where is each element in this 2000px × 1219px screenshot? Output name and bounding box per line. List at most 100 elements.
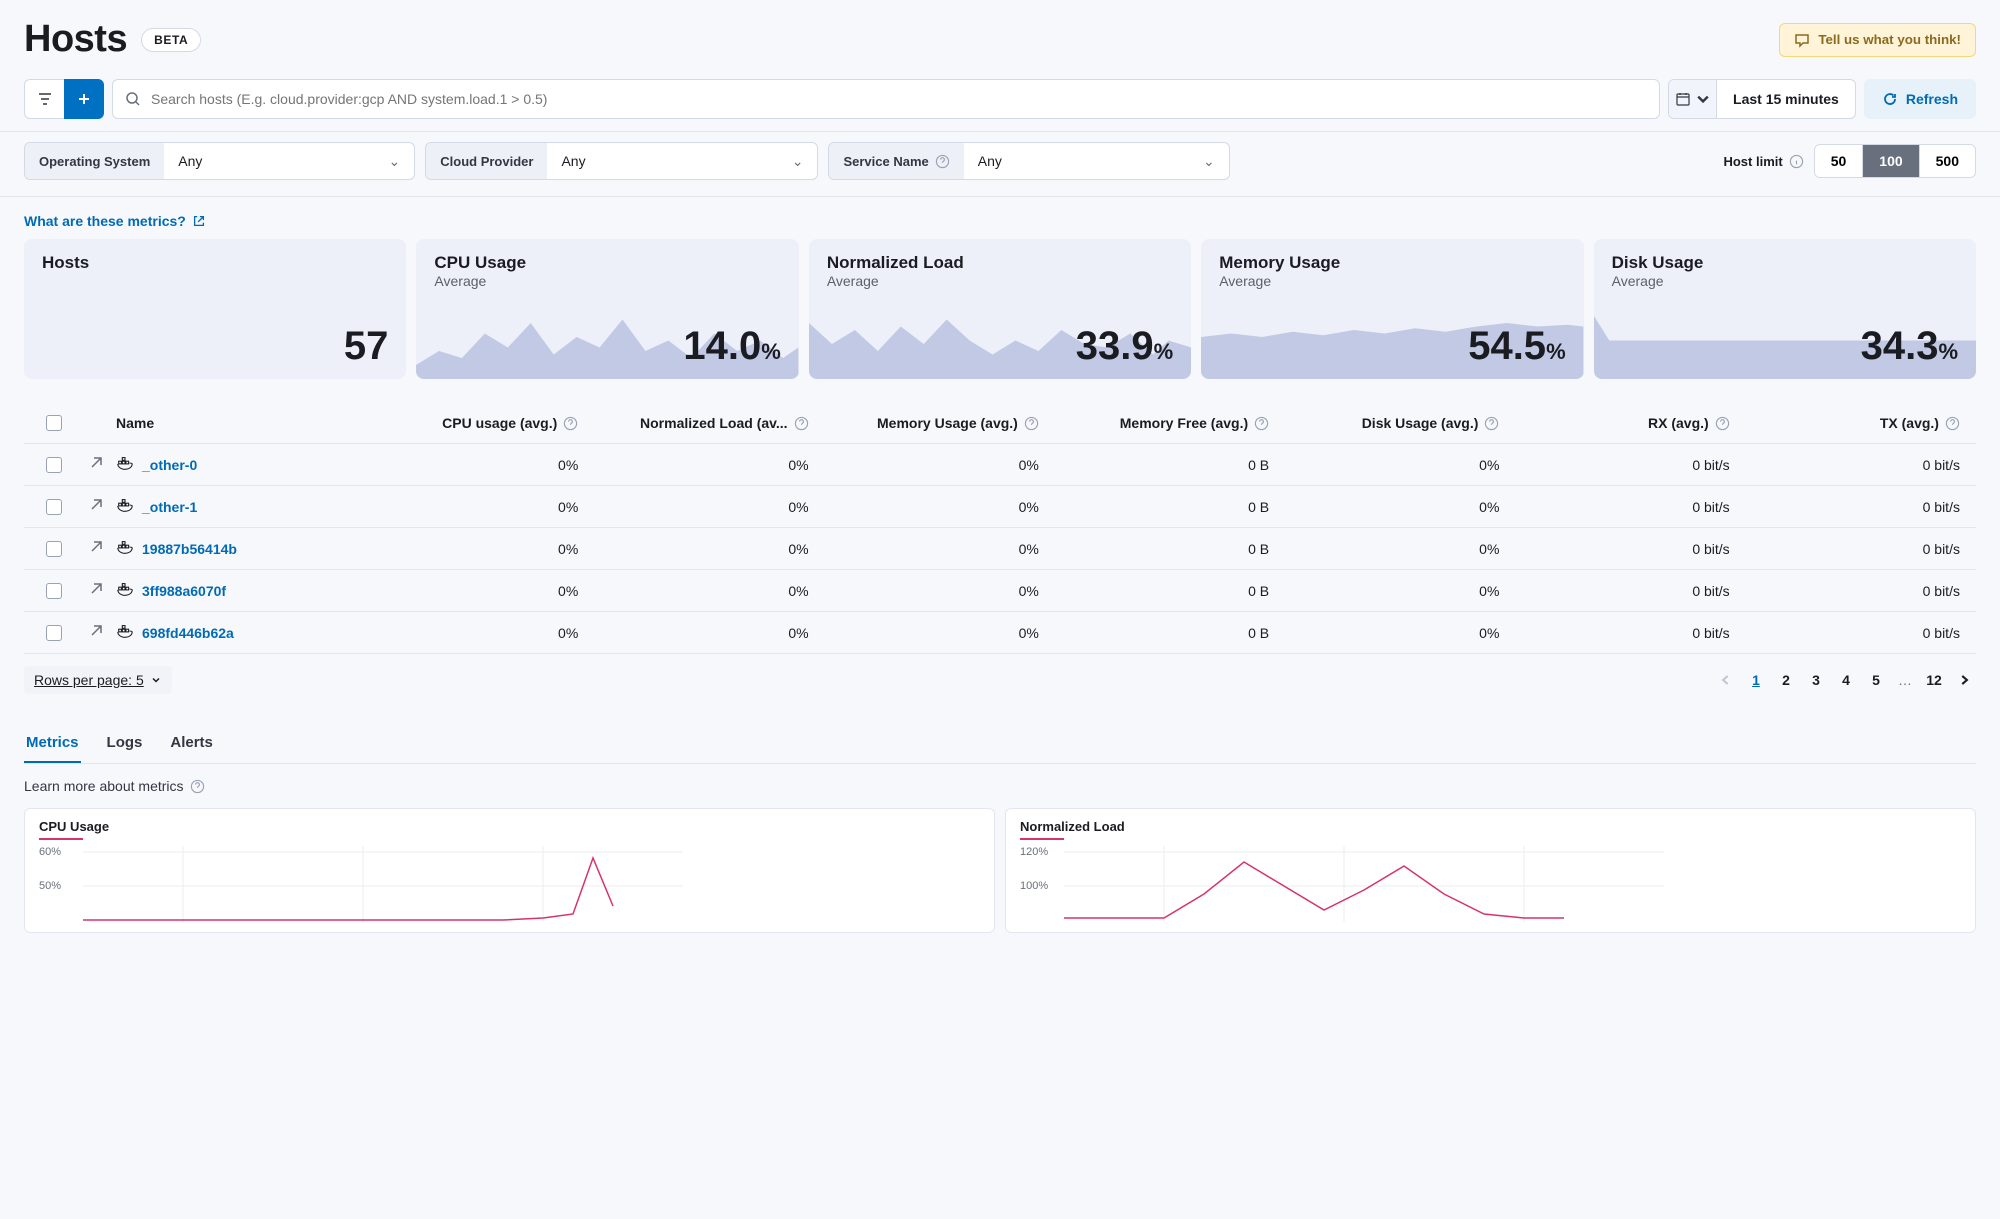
expand-row-icon[interactable] — [88, 581, 104, 600]
filter-toggle-button[interactable] — [24, 79, 64, 119]
plus-icon — [76, 91, 92, 107]
help-icon — [1484, 416, 1499, 431]
cell-disk: 0% — [1277, 625, 1507, 641]
date-picker-button[interactable] — [1669, 80, 1717, 118]
table-row: 698fd446b62a 0% 0% 0% 0 B 0% 0 bit/s 0 b… — [24, 612, 1976, 654]
chart-accent — [39, 838, 83, 840]
column-load[interactable]: Normalized Load (av... — [586, 415, 816, 431]
refresh-button[interactable]: Refresh — [1864, 79, 1976, 119]
y-axis-label: 50% — [39, 880, 61, 892]
container-icon — [116, 496, 134, 517]
cell-memfree: 0 B — [1047, 583, 1277, 599]
cell-disk: 0% — [1277, 457, 1507, 473]
tab-metrics[interactable]: Metrics — [24, 724, 81, 763]
chevron-down-icon — [150, 674, 162, 686]
kpi-title: CPU Usage — [434, 253, 780, 273]
chevron-down-icon — [1695, 91, 1711, 107]
column-cpu[interactable]: CPU usage (avg.) — [356, 415, 586, 431]
refresh-label: Refresh — [1906, 91, 1958, 107]
chart-title: CPU Usage — [39, 819, 980, 834]
kpi-title: Hosts — [42, 253, 388, 273]
limit-500-button[interactable]: 500 — [1920, 145, 1975, 177]
help-icon — [1024, 416, 1039, 431]
help-icon — [563, 416, 578, 431]
cloud-filter-value: Any — [561, 153, 585, 169]
kpi-title: Normalized Load — [827, 253, 1173, 273]
service-filter[interactable]: Service Name Any ⌄ — [828, 142, 1229, 180]
expand-row-icon[interactable] — [88, 623, 104, 642]
search-input[interactable] — [151, 91, 1647, 107]
host-limit-label: Host limit — [1723, 154, 1803, 169]
host-name-link[interactable]: 698fd446b62a — [142, 625, 234, 641]
page-last-button[interactable]: 12 — [1922, 666, 1946, 694]
expand-row-icon[interactable] — [88, 455, 104, 474]
kpi-value: 57 — [344, 324, 389, 368]
learn-more-link[interactable]: Learn more about metrics — [24, 764, 1976, 808]
page-ellipsis: … — [1894, 672, 1916, 688]
page-next-button[interactable] — [1952, 666, 1976, 694]
row-checkbox[interactable] — [46, 583, 62, 599]
y-axis-label: 100% — [1020, 880, 1048, 892]
page-4-button[interactable]: 4 — [1834, 666, 1858, 694]
limit-50-button[interactable]: 50 — [1815, 145, 1864, 177]
kpi-title: Memory Usage — [1219, 253, 1565, 273]
host-name-link[interactable]: _other-1 — [142, 499, 197, 515]
cell-rx: 0 bit/s — [1507, 583, 1737, 599]
help-icon — [794, 416, 809, 431]
cloud-filter-label: Cloud Provider — [426, 143, 547, 179]
expand-row-icon[interactable] — [88, 539, 104, 558]
tab-logs[interactable]: Logs — [105, 724, 145, 763]
kpi-normalized-load: Normalized Load Average 33.9% — [809, 239, 1191, 379]
comment-icon — [1794, 32, 1810, 48]
kpi-value: 34.3 — [1861, 324, 1939, 368]
help-icon — [1254, 416, 1269, 431]
refresh-icon — [1882, 91, 1898, 107]
feedback-button[interactable]: Tell us what you think! — [1779, 23, 1976, 57]
chart-accent — [1020, 838, 1064, 840]
host-name-link[interactable]: 19887b56414b — [142, 541, 237, 557]
column-name[interactable]: Name — [116, 415, 356, 431]
cell-mem: 0% — [817, 499, 1047, 515]
cell-tx: 0 bit/s — [1738, 541, 1968, 557]
page-1-button[interactable]: 1 — [1744, 666, 1768, 694]
host-name-link[interactable]: 3ff988a6070f — [142, 583, 226, 599]
column-tx[interactable]: TX (avg.) — [1738, 415, 1968, 431]
select-all-checkbox[interactable] — [46, 415, 62, 431]
limit-100-button[interactable]: 100 — [1863, 145, 1919, 177]
cell-mem: 0% — [817, 625, 1047, 641]
kpi-unit: % — [1546, 339, 1566, 364]
os-filter[interactable]: Operating System Any ⌄ — [24, 142, 415, 180]
calendar-icon — [1675, 91, 1691, 107]
host-name-link[interactable]: _other-0 — [142, 457, 197, 473]
metrics-explain-link[interactable]: What are these metrics? — [24, 213, 1976, 229]
column-disk[interactable]: Disk Usage (avg.) — [1277, 415, 1507, 431]
row-checkbox[interactable] — [46, 541, 62, 557]
feedback-label: Tell us what you think! — [1818, 32, 1961, 47]
row-checkbox[interactable] — [46, 625, 62, 641]
cell-load: 0% — [586, 583, 816, 599]
row-checkbox[interactable] — [46, 457, 62, 473]
chart-normalized-load: Normalized Load 120% 100% — [1005, 808, 1976, 933]
page-prev-button[interactable] — [1714, 666, 1738, 694]
table-row: 3ff988a6070f 0% 0% 0% 0 B 0% 0 bit/s 0 b… — [24, 570, 1976, 612]
rows-per-page-select[interactable]: Rows per page: 5 — [24, 666, 172, 694]
column-mem[interactable]: Memory Usage (avg.) — [817, 415, 1047, 431]
expand-row-icon[interactable] — [88, 497, 104, 516]
kpi-memory-usage: Memory Usage Average 54.5% — [1201, 239, 1583, 379]
column-memfree[interactable]: Memory Free (avg.) — [1047, 415, 1277, 431]
page-5-button[interactable]: 5 — [1864, 666, 1888, 694]
page-2-button[interactable]: 2 — [1774, 666, 1798, 694]
cloud-filter[interactable]: Cloud Provider Any ⌄ — [425, 142, 818, 180]
add-filter-button[interactable] — [64, 79, 104, 119]
column-rx[interactable]: RX (avg.) — [1507, 415, 1737, 431]
row-checkbox[interactable] — [46, 499, 62, 515]
search-bar[interactable] — [112, 79, 1660, 119]
info-icon — [1789, 154, 1804, 169]
page-3-button[interactable]: 3 — [1804, 666, 1828, 694]
time-range-label[interactable]: Last 15 minutes — [1717, 80, 1855, 118]
service-filter-label: Service Name — [829, 143, 963, 179]
cell-load: 0% — [586, 457, 816, 473]
chart-cpu-usage: CPU Usage 60% 50% — [24, 808, 995, 933]
filter-icon — [37, 91, 53, 107]
tab-alerts[interactable]: Alerts — [168, 724, 215, 763]
